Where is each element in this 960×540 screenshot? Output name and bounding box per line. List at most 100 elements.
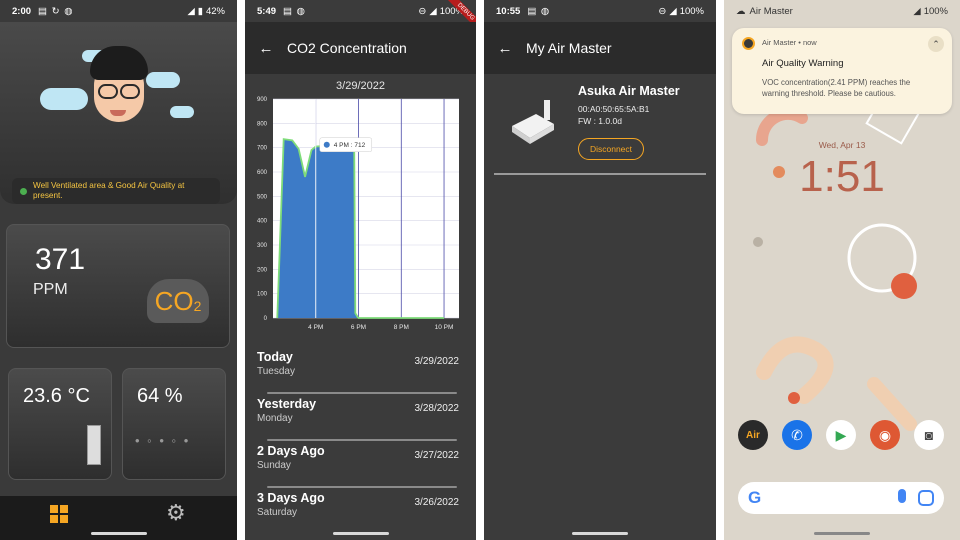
wifi-icon: ◢ (187, 5, 195, 17)
y-tick-label: 400 (257, 219, 268, 225)
status-dot-icon (20, 187, 27, 195)
x-tick-label: 10 PM (435, 324, 454, 331)
home-indicator[interactable] (90, 532, 147, 535)
gear-icon[interactable]: ⚙ (166, 500, 186, 526)
humidity-card[interactable]: 64 % • ◦ • ◦ • (122, 368, 226, 480)
status-bar: 10:55 ▤ ◍ ⊖ ◢ 100% (484, 0, 716, 22)
home-clock[interactable]: 1:51 (724, 152, 960, 202)
home-date[interactable]: Wed, Apr 13 (724, 140, 960, 150)
air-master-app-icon[interactable]: Air (738, 420, 768, 450)
temperature-value: 23.6 °C (23, 385, 90, 407)
divider (267, 439, 457, 441)
air-quality-message: Well Ventilated area & Good Air Quality … (12, 178, 220, 204)
divider (267, 392, 457, 394)
y-tick-label: 600 (257, 170, 268, 176)
day-weekday: Tuesday (257, 366, 295, 377)
x-tick-label: 8 PM (394, 324, 409, 331)
day-row-2-days-ago[interactable]: 2 Days Ago Sunday 3/27/2022 (257, 442, 460, 488)
search-bar[interactable]: G (738, 482, 944, 514)
co2-cloud-icon: CO 2 (147, 279, 209, 323)
back-arrow-icon[interactable]: ← (245, 40, 287, 57)
dnd-icon: ⊖ (658, 5, 667, 17)
dashboard-icon[interactable] (50, 505, 68, 523)
day-row-today[interactable]: Today Tuesday 3/29/2022 (257, 348, 460, 394)
mic-icon[interactable] (898, 489, 906, 503)
thermometer-icon (87, 425, 101, 465)
wifi-icon: ◢ (669, 5, 677, 17)
device-mac: 00:A0:50:65:5A:B1 (578, 104, 650, 114)
google-icon: G (748, 488, 762, 507)
tooltip-marker (323, 141, 330, 148)
status-bar: 2:00 ▤ ↻ ◍ ◢ ▮ 42% (0, 0, 237, 22)
duckduckgo-icon[interactable]: ◉ (870, 420, 900, 450)
app-bar: ← My Air Master (484, 22, 716, 74)
day-name: 2 Days Ago (257, 444, 325, 458)
avatar (86, 42, 152, 130)
day-row-yesterday[interactable]: Yesterday Monday 3/28/2022 (257, 395, 460, 441)
y-tick-label: 0 (264, 316, 268, 322)
y-tick-label: 700 (257, 146, 268, 152)
notification-icons: ▤ ◍ (283, 5, 306, 17)
notification-icons: ▤ ↻ ◍ (38, 5, 74, 17)
y-tick-label: 800 (257, 121, 268, 127)
co2-value: 371 (35, 243, 86, 276)
co2-unit: PPM (33, 281, 68, 298)
air-quality-text: Well Ventilated area & Good Air Quality … (33, 181, 185, 200)
play-store-icon[interactable]: ▶ (826, 420, 856, 450)
bottom-nav: ⚙ (0, 496, 237, 540)
notification-app: Air Master • now (762, 38, 817, 47)
day-name: Yesterday (257, 397, 317, 411)
temperature-card[interactable]: 23.6 °C (8, 368, 112, 480)
air-master-device-image (512, 100, 554, 144)
phone-icon[interactable]: ✆ (782, 420, 812, 450)
tooltip-text: 4 PM : 712 (334, 142, 366, 149)
device-name: Asuka Air Master (578, 84, 680, 98)
day-name: Today (257, 350, 293, 364)
notification-icons: ▤ ◍ (527, 5, 551, 17)
battery-label: 42% (205, 5, 225, 17)
y-tick-label: 300 (257, 243, 268, 249)
cloud-icon (170, 106, 194, 118)
disconnect-button[interactable]: Disconnect (578, 138, 644, 160)
header-card: Well Ventilated area & Good Air Quality … (0, 22, 237, 204)
chart-date: 3/29/2022 (336, 80, 385, 92)
dnd-icon: ⊖ (418, 5, 427, 17)
page-title: My Air Master (526, 40, 612, 56)
day-date: 3/27/2022 (414, 450, 460, 461)
day-weekday: Saturday (257, 507, 298, 518)
home-indicator[interactable] (814, 532, 870, 535)
day-date: 3/29/2022 (414, 356, 460, 367)
status-time: 10:55 (496, 5, 521, 17)
wifi-icon: ◢ (429, 5, 437, 17)
day-weekday: Monday (257, 413, 293, 424)
device-firmware: FW : 1.0.0d (578, 116, 622, 126)
y-tick-label: 900 (257, 97, 268, 103)
notification-card[interactable]: Air Master • now ⌃ Air Quality Warning V… (732, 28, 952, 114)
battery-label: 100% (679, 5, 704, 17)
phone-home-screen: ☁ Air Master ◢ 100% Air Master • now ⌃ A… (724, 0, 960, 540)
app-bar: ← CO2 Concentration (245, 22, 476, 74)
day-date: 3/28/2022 (414, 403, 460, 414)
humidity-value: 64 % (137, 385, 183, 407)
x-tick-label: 6 PM (351, 324, 366, 331)
y-tick-label: 200 (257, 267, 268, 273)
day-date: 3/26/2022 (414, 497, 460, 508)
page-title: CO2 Concentration (287, 40, 407, 56)
divider (267, 486, 457, 488)
x-tick-label: 4 PM (308, 324, 323, 331)
back-arrow-icon[interactable]: ← (484, 40, 526, 57)
camera-icon[interactable]: ◙ (914, 420, 944, 450)
y-tick-label: 100 (257, 292, 268, 298)
water-drops-icon: • ◦ • ◦ • (135, 433, 191, 448)
co2-chart[interactable]: 0 100 200 300 400 500 600 700 800 900 4 PM 6 PM 8 PM… (245, 94, 476, 338)
co2-card[interactable]: 371 PPM CO 2 (6, 224, 230, 348)
notification-body: VOC concentration(2.41 PPM) reaches the … (762, 78, 911, 98)
chevron-up-icon[interactable]: ⌃ (928, 36, 944, 52)
home-indicator[interactable] (572, 532, 628, 535)
air-master-app-icon (742, 37, 755, 50)
status-bar: 5:49 ▤ ◍ ⊖ ◢ 100% (245, 0, 476, 22)
day-row-3-days-ago[interactable]: 3 Days Ago Saturday 3/26/2022 (257, 489, 460, 535)
home-indicator[interactable] (332, 532, 389, 535)
lens-icon[interactable] (918, 490, 934, 506)
cloud-icon (40, 88, 88, 110)
